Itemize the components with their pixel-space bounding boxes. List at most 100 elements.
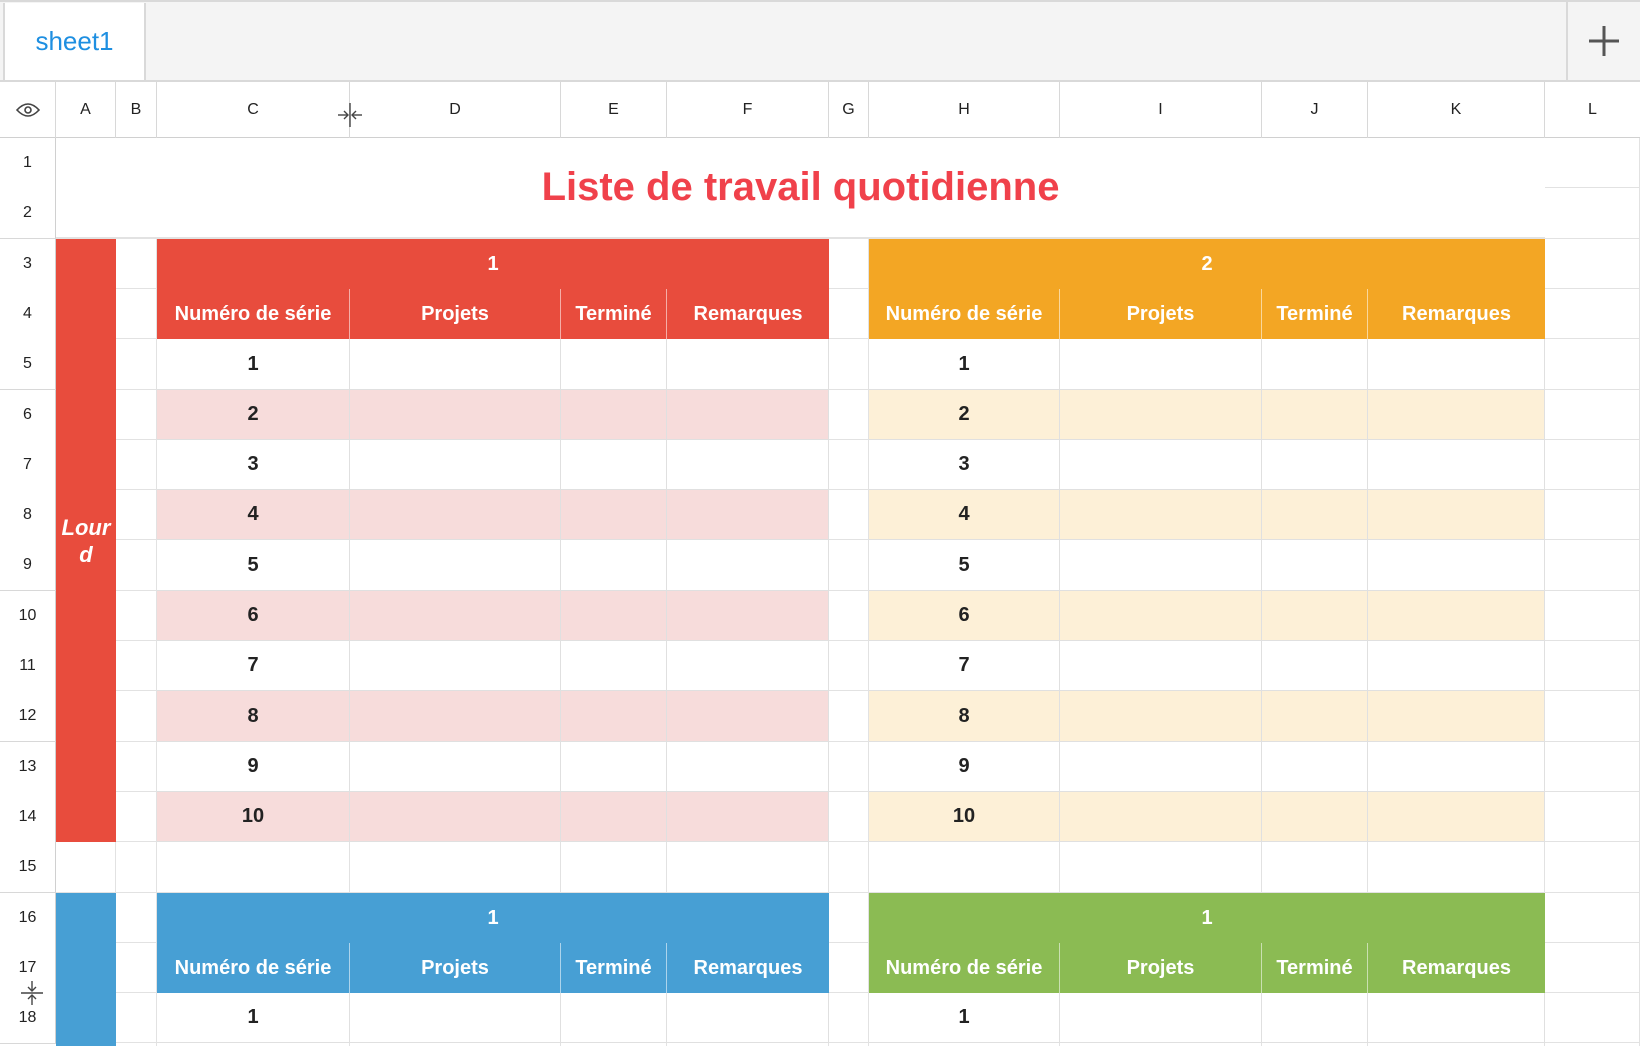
sheet-title-cell[interactable]: Liste de travail quotidienne <box>56 138 1545 238</box>
table-data-cell[interactable] <box>350 742 561 792</box>
table-data-cell[interactable] <box>561 390 667 440</box>
table-data-cell[interactable] <box>1262 390 1368 440</box>
table-data-cell[interactable] <box>1368 440 1545 490</box>
table-data-cell[interactable] <box>1060 339 1262 390</box>
table-data-cell[interactable] <box>1060 742 1262 792</box>
serial-number-cell[interactable]: 5 <box>157 540 350 591</box>
table-data-cell[interactable] <box>1368 742 1545 792</box>
table-data-cell[interactable] <box>561 339 667 390</box>
table-data-cell[interactable] <box>350 591 561 641</box>
table-data-cell[interactable] <box>1368 490 1545 540</box>
table-data-cell[interactable] <box>667 490 829 540</box>
table-header-cell[interactable]: Terminé <box>1262 289 1368 339</box>
serial-number-cell[interactable]: 9 <box>157 742 350 792</box>
table-data-cell[interactable] <box>667 792 829 842</box>
serial-number-cell[interactable]: 4 <box>157 490 350 540</box>
table-data-cell[interactable] <box>667 440 829 490</box>
table-header-cell[interactable]: Remarques <box>1368 289 1545 339</box>
serial-number-cell[interactable]: 10 <box>869 792 1060 842</box>
row-header-12[interactable]: 12 <box>0 691 56 742</box>
table-data-cell[interactable] <box>1368 691 1545 742</box>
serial-number-cell[interactable]: 3 <box>157 440 350 490</box>
table-data-cell[interactable] <box>1262 993 1368 1043</box>
serial-number-cell[interactable]: 4 <box>869 490 1060 540</box>
serial-number-cell[interactable]: 1 <box>157 339 350 390</box>
select-all-corner[interactable] <box>0 82 56 138</box>
table-data-cell[interactable] <box>561 792 667 842</box>
table-data-cell[interactable] <box>350 490 561 540</box>
table-header-cell[interactable]: Projets <box>350 943 561 993</box>
table-data-cell[interactable] <box>1060 440 1262 490</box>
column-resize-icon[interactable] <box>337 102 363 128</box>
table-data-cell[interactable] <box>350 691 561 742</box>
column-header-f[interactable]: F <box>667 82 829 138</box>
table-data-cell[interactable] <box>1060 792 1262 842</box>
serial-number-cell[interactable]: 8 <box>869 691 1060 742</box>
table-data-cell[interactable] <box>561 440 667 490</box>
table-data-cell[interactable] <box>1368 339 1545 390</box>
row-header-14[interactable]: 14 <box>0 792 56 843</box>
table-data-cell[interactable] <box>1262 591 1368 641</box>
serial-number-cell[interactable]: 1 <box>869 339 1060 390</box>
row-header-13[interactable]: 13 <box>0 742 56 793</box>
table-data-cell[interactable] <box>561 742 667 792</box>
table-data-cell[interactable] <box>1368 540 1545 591</box>
table-data-cell[interactable] <box>1060 540 1262 591</box>
table-data-cell[interactable] <box>1262 339 1368 390</box>
row-header-6[interactable]: 6 <box>0 390 56 441</box>
row-header-3[interactable]: 3 <box>0 239 56 290</box>
table-data-cell[interactable] <box>350 339 561 390</box>
category-label-cell[interactable]: Lour d <box>56 239 116 842</box>
table-data-cell[interactable] <box>1060 490 1262 540</box>
serial-number-cell[interactable]: 7 <box>157 641 350 691</box>
table-data-cell[interactable] <box>667 591 829 641</box>
row-header-9[interactable]: 9 <box>0 540 56 591</box>
row-header-10[interactable]: 10 <box>0 591 56 642</box>
table-header-cell[interactable]: Numéro de série <box>157 289 350 339</box>
table-header-cell[interactable]: Projets <box>1060 289 1262 339</box>
serial-number-cell[interactable]: 1 <box>157 993 350 1043</box>
table-data-cell[interactable] <box>1368 390 1545 440</box>
column-header-e[interactable]: E <box>561 82 667 138</box>
table-data-cell[interactable] <box>561 691 667 742</box>
serial-number-cell[interactable]: 3 <box>869 440 1060 490</box>
serial-number-cell[interactable]: 5 <box>869 540 1060 591</box>
row-header-2[interactable]: 2 <box>0 188 56 239</box>
table-data-cell[interactable] <box>561 540 667 591</box>
table-data-cell[interactable] <box>667 641 829 691</box>
table-title-cell[interactable]: 2 <box>869 239 1545 289</box>
table-data-cell[interactable] <box>1060 390 1262 440</box>
table-header-cell[interactable]: Numéro de série <box>157 943 350 993</box>
table-header-cell[interactable]: Terminé <box>1262 943 1368 993</box>
table-data-cell[interactable] <box>667 339 829 390</box>
table-header-cell[interactable]: Numéro de série <box>869 943 1060 993</box>
row-header-15[interactable]: 15 <box>0 842 56 893</box>
table-header-cell[interactable]: Projets <box>350 289 561 339</box>
table-data-cell[interactable] <box>1060 591 1262 641</box>
row-header-5[interactable]: 5 <box>0 339 56 390</box>
serial-number-cell[interactable]: 1 <box>869 993 1060 1043</box>
serial-number-cell[interactable]: 6 <box>869 591 1060 641</box>
serial-number-cell[interactable]: 7 <box>869 641 1060 691</box>
table-data-cell[interactable] <box>1262 742 1368 792</box>
table-title-cell[interactable]: 1 <box>869 893 1545 943</box>
column-header-c[interactable]: C <box>157 82 350 138</box>
table-data-cell[interactable] <box>350 792 561 842</box>
row-header-4[interactable]: 4 <box>0 289 56 340</box>
table-header-cell[interactable]: Numéro de série <box>869 289 1060 339</box>
table-data-cell[interactable] <box>667 742 829 792</box>
column-header-h[interactable]: H <box>869 82 1060 138</box>
table-data-cell[interactable] <box>1262 691 1368 742</box>
table-title-cell[interactable]: 1 <box>157 893 829 943</box>
table-header-cell[interactable]: Remarques <box>667 943 829 993</box>
table-data-cell[interactable] <box>667 691 829 742</box>
serial-number-cell[interactable]: 6 <box>157 591 350 641</box>
category-label-cell-2[interactable] <box>56 893 116 1046</box>
table-data-cell[interactable] <box>667 540 829 591</box>
tab-sheet1[interactable]: sheet1 <box>3 3 146 80</box>
column-header-b[interactable]: B <box>116 82 157 138</box>
column-header-a[interactable]: A <box>56 82 116 138</box>
row-header-1[interactable]: 1 <box>0 138 56 189</box>
row-header-8[interactable]: 8 <box>0 490 56 541</box>
table-data-cell[interactable] <box>667 993 829 1043</box>
